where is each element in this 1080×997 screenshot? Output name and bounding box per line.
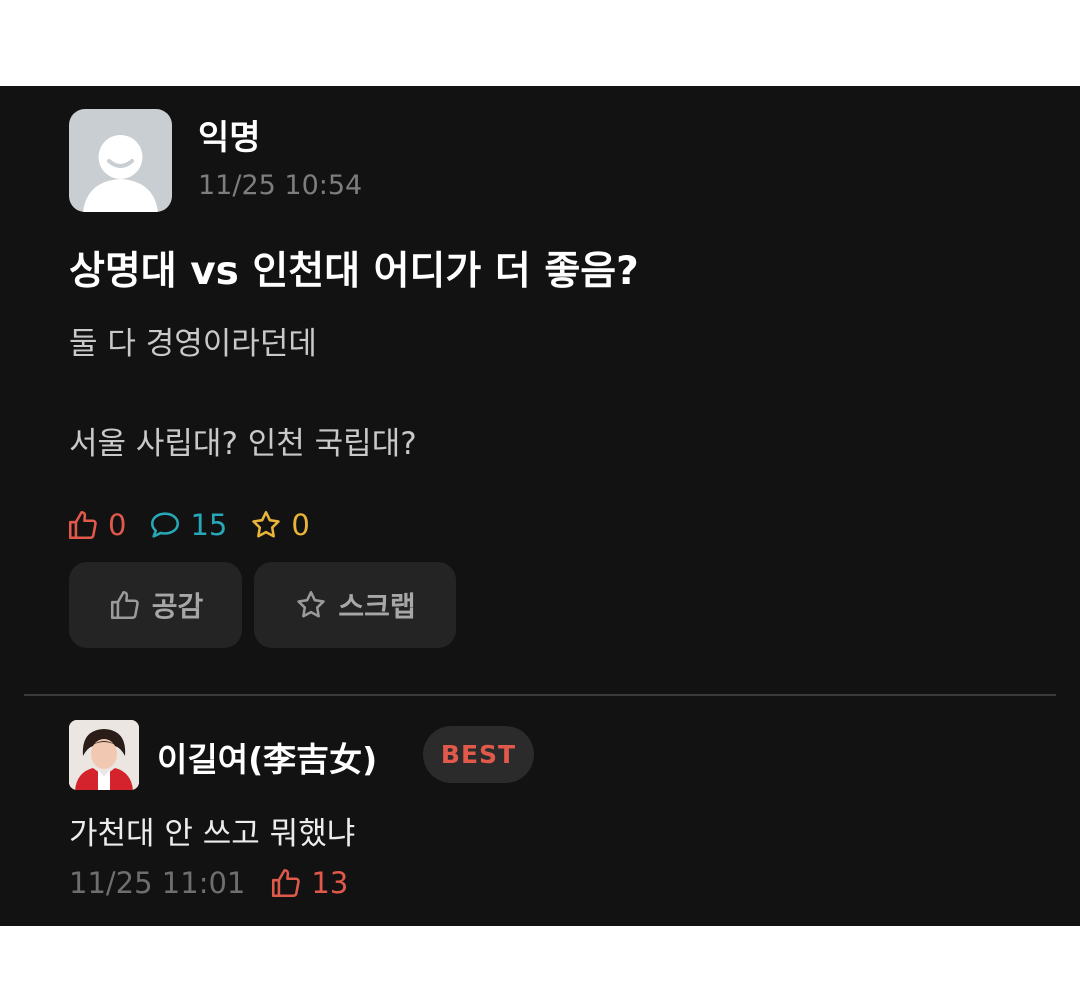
post-stats: 0 15 0: [66, 508, 332, 542]
comment-timestamp: 11/25 11:01: [69, 866, 246, 900]
profile-photo-icon: [69, 720, 139, 790]
comment-count-stat: 15: [148, 508, 227, 542]
comment-like-button[interactable]: 13: [269, 866, 348, 900]
star-icon: [252, 510, 281, 538]
like-button-label: 공감: [151, 590, 204, 623]
scrap-button-label: 스크랩: [338, 590, 416, 623]
comment-count: 15: [190, 508, 228, 542]
thumbs-up-icon: [68, 510, 97, 540]
scrap-count-stat: 0: [249, 508, 310, 542]
scrap-count: 0: [291, 508, 310, 542]
post-body-line-1: 둘 다 경영이라던데: [69, 326, 317, 362]
comment-author: 이길여(李吉女): [157, 740, 378, 779]
default-profile-icon: [83, 135, 158, 212]
post-title: 상명대 vs 인천대 어디가 더 좋음?: [69, 249, 639, 294]
post-author: 익명: [198, 118, 261, 158]
thumbs-up-icon: [272, 868, 301, 898]
like-count-stat: 0: [66, 508, 126, 542]
profile-avatar: [69, 109, 172, 212]
comment-meta: 11/25 11:01 13: [69, 866, 348, 900]
comment-like-count: 13: [311, 866, 349, 900]
thumbs-up-icon: [110, 590, 139, 620]
like-button[interactable]: 공감: [69, 562, 242, 648]
post-body-line-2: 서울 사립대? 인천 국립대?: [69, 426, 417, 462]
scrap-button[interactable]: 스크랩: [254, 562, 456, 648]
comment-bubble-icon: [151, 512, 180, 538]
star-icon: [297, 590, 326, 618]
comment-text: 가천대 안 쓰고 뭐했냐: [69, 816, 356, 852]
post-timestamp: 11/25 10:54: [198, 170, 363, 201]
like-count: 0: [108, 508, 127, 542]
post-panel: 익명 11/25 10:54 상명대 vs 인천대 어디가 더 좋음? 둘 다 …: [0, 86, 1080, 926]
comment-avatar: [69, 720, 139, 790]
divider: [24, 694, 1056, 696]
best-badge: BEST: [423, 726, 534, 783]
